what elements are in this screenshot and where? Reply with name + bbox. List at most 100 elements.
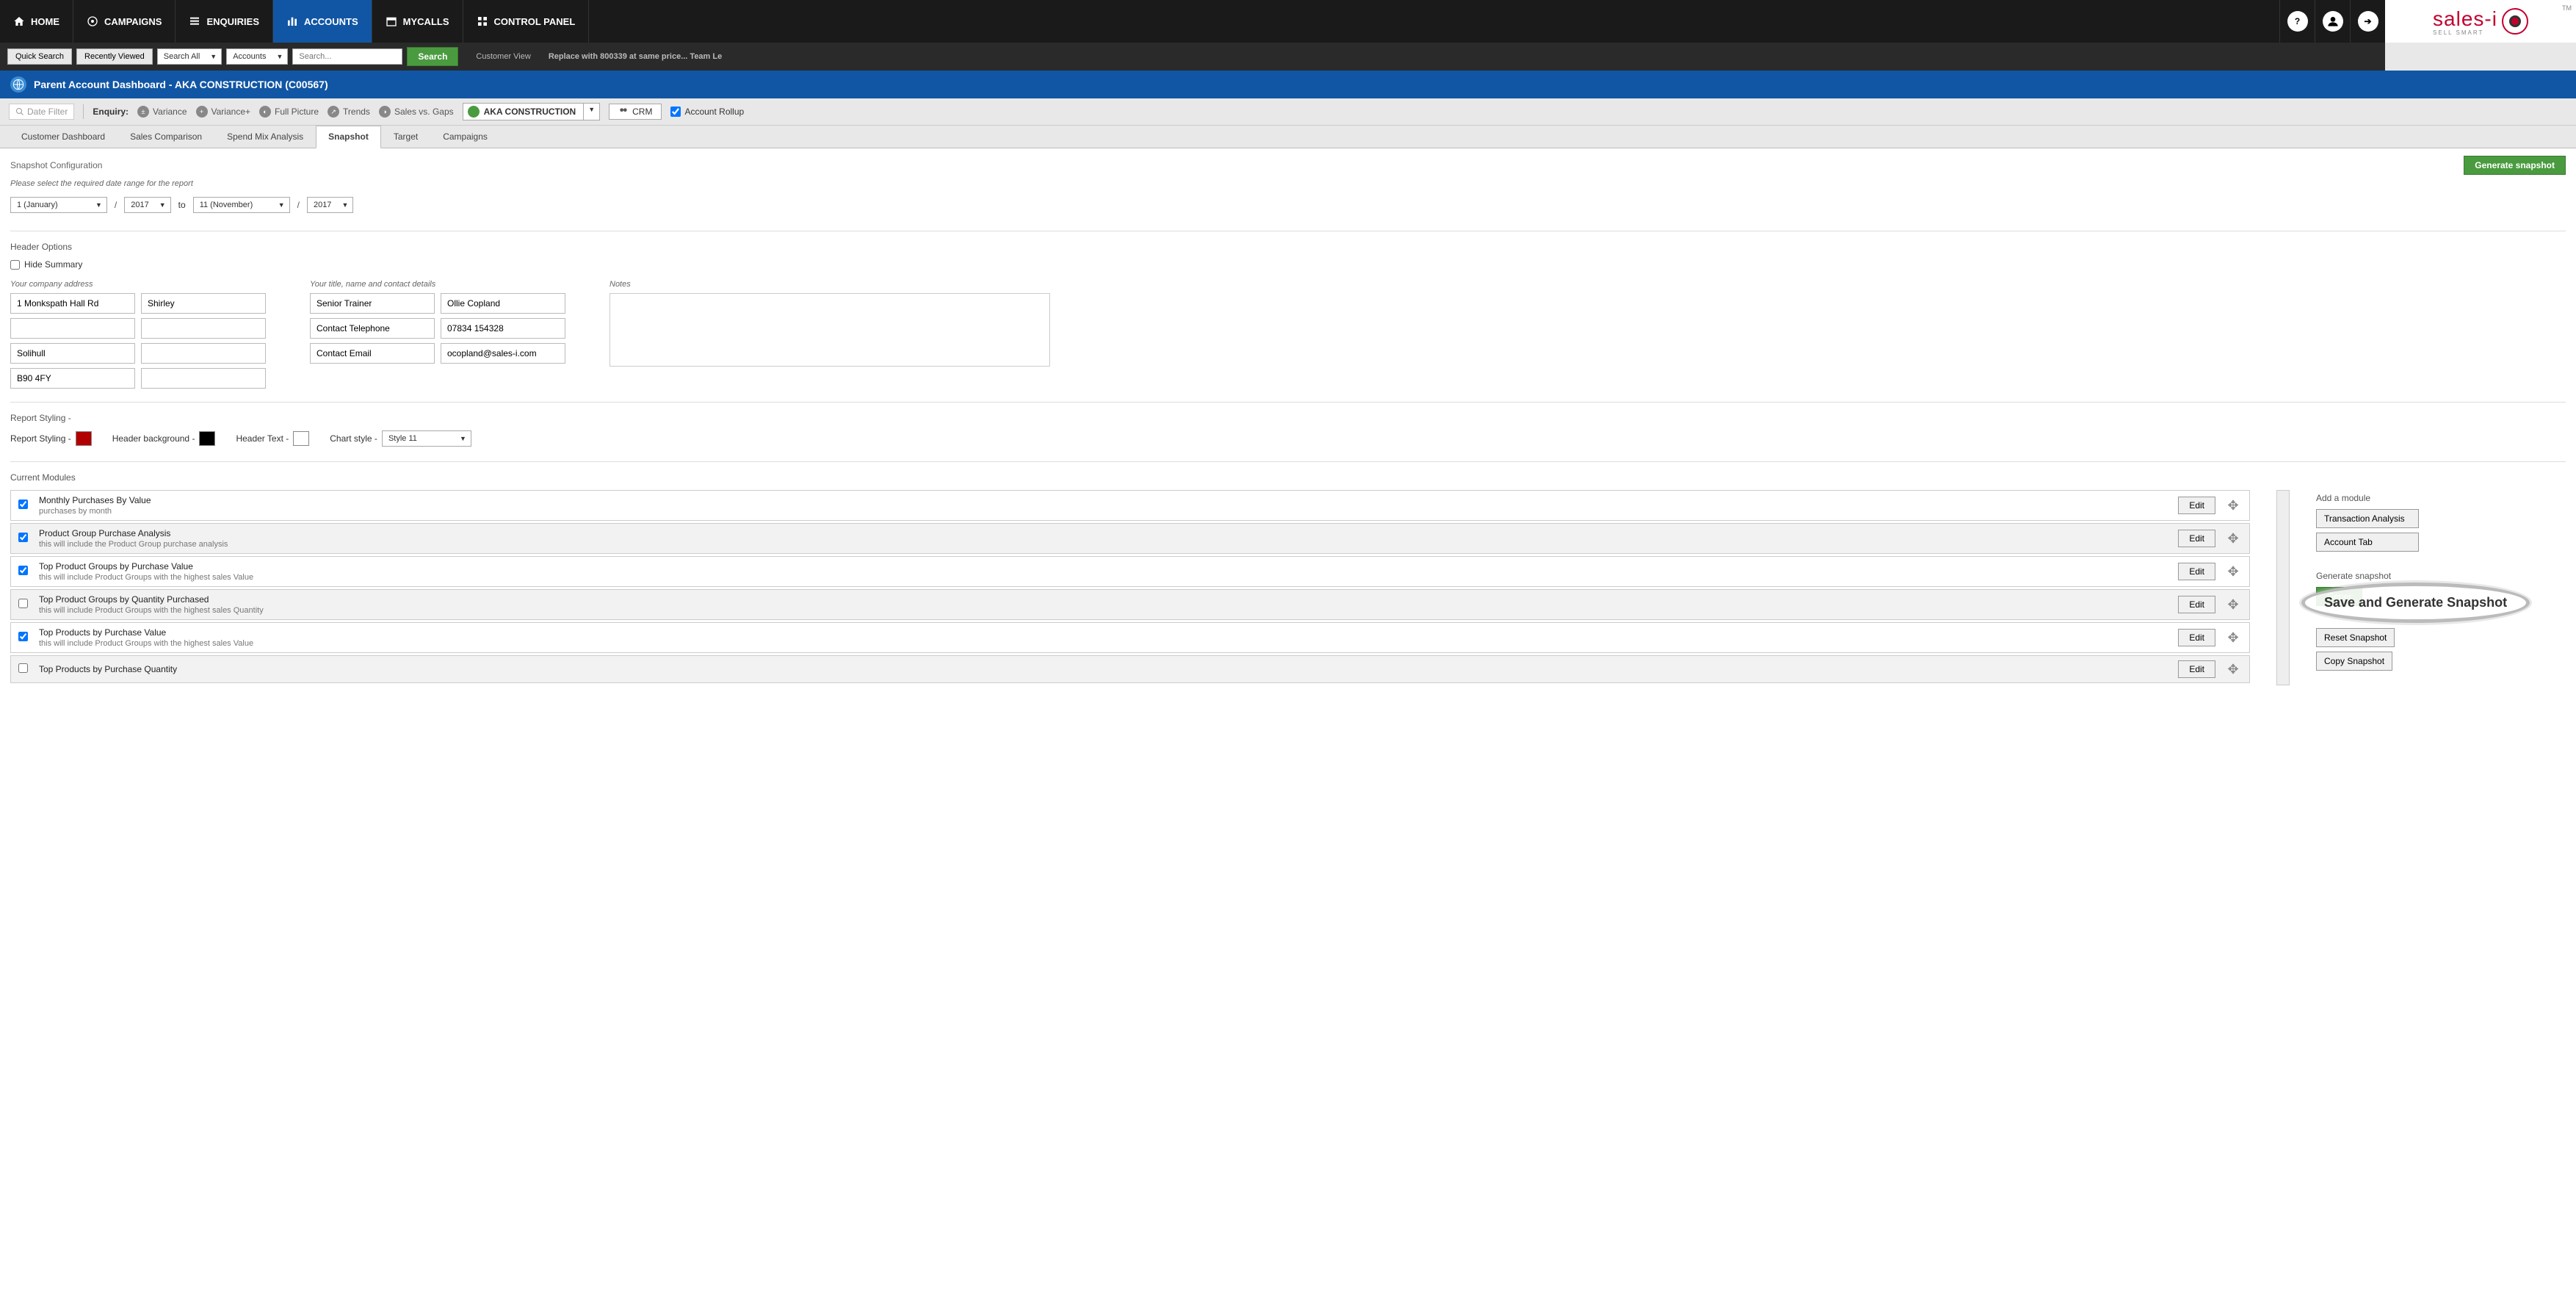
account-tab-button[interactable]: Account Tab	[2316, 533, 2419, 552]
address-line-6[interactable]	[141, 343, 266, 364]
crm-button[interactable]: CRM	[609, 104, 662, 120]
enquiry-trends[interactable]: ↗Trends	[328, 106, 370, 118]
chevron-down-icon[interactable]: ▼	[206, 48, 222, 65]
chart-style-select[interactable]: Style 11▼	[382, 430, 471, 447]
help-button[interactable]: ?	[2279, 0, 2315, 43]
address-line-3[interactable]	[10, 318, 135, 339]
address-line-5[interactable]	[10, 343, 135, 364]
contact-title-label[interactable]	[310, 293, 435, 314]
save-generate-callout: Save and Generate Snapshot	[2301, 583, 2530, 623]
module-edit-button[interactable]: Edit	[2178, 530, 2215, 547]
tab-bar: Customer Dashboard Sales Comparison Spen…	[0, 126, 2576, 148]
customer-view-label[interactable]: Customer View	[476, 52, 530, 61]
header-bg-swatch[interactable]	[199, 431, 215, 446]
address-line-1[interactable]	[10, 293, 135, 314]
drag-handle-icon[interactable]: ✥	[2224, 530, 2242, 547]
search-button[interactable]: Search	[407, 47, 458, 66]
notes-textarea[interactable]	[609, 293, 1050, 367]
contact-phone-label[interactable]	[310, 318, 435, 339]
nav-control-panel[interactable]: CONTROL PANEL	[463, 0, 590, 43]
ticker-text: Replace with 800339 at same price... Tea…	[549, 52, 722, 61]
reset-snapshot-button[interactable]: Reset Snapshot	[2316, 628, 2395, 647]
chevron-down-icon[interactable]: ▼	[272, 48, 288, 65]
copy-snapshot-button[interactable]: Copy Snapshot	[2316, 652, 2392, 671]
tab-target[interactable]: Target	[381, 126, 430, 148]
report-styling-swatch[interactable]	[76, 431, 92, 446]
transaction-analysis-button[interactable]: Transaction Analysis	[2316, 509, 2419, 528]
drag-handle-icon[interactable]: ✥	[2224, 563, 2242, 580]
nav-campaigns[interactable]: CAMPAIGNS	[73, 0, 176, 43]
nav-enquiries[interactable]: ENQUIRIES	[176, 0, 273, 43]
address-line-7[interactable]	[10, 368, 135, 389]
module-edit-button[interactable]: Edit	[2178, 497, 2215, 514]
enquiry-sales-gaps[interactable]: ◑Sales vs. Gaps	[379, 106, 454, 118]
module-checkbox[interactable]	[18, 663, 28, 673]
next-button[interactable]: ➔	[2350, 0, 2385, 43]
account-selector[interactable]: AKA CONSTRUCTION	[463, 103, 585, 120]
module-checkbox[interactable]	[18, 632, 28, 641]
content-area: Snapshot Configuration Generate snapshot…	[0, 148, 2576, 693]
chevron-down-icon[interactable]: ▼	[274, 197, 290, 213]
enquiry-variance-plus[interactable]: +Variance+	[196, 106, 250, 118]
to-month-select[interactable]: 11 (November)▼	[193, 197, 290, 213]
account-dropdown-caret[interactable]: ▼	[584, 103, 600, 120]
drag-handle-icon[interactable]: ✥	[2224, 497, 2242, 514]
rollup-check[interactable]	[670, 107, 681, 117]
drag-handle-icon[interactable]: ✥	[2224, 660, 2242, 678]
nav-accounts[interactable]: ACCOUNTS	[273, 0, 372, 43]
accounts-select[interactable]: Accounts ▼	[226, 48, 288, 65]
date-range-selector: 1 (January)▼ / 2017▼ to 11 (November)▼ /…	[10, 197, 2566, 213]
account-rollup-checkbox[interactable]: Account Rollup	[670, 107, 744, 117]
quick-search-button[interactable]: Quick Search	[7, 48, 72, 65]
drag-handle-icon[interactable]: ✥	[2224, 596, 2242, 613]
module-edit-button[interactable]: Edit	[2178, 596, 2215, 613]
from-year-select[interactable]: 2017▼	[124, 197, 170, 213]
module-row: Top Product Groups by Purchase Valuethis…	[10, 556, 2250, 587]
address-label: Your company address	[10, 280, 266, 289]
scrollbar[interactable]	[2276, 490, 2290, 685]
chevron-down-icon[interactable]: ▼	[155, 197, 171, 213]
header-text-label: Header Text -	[236, 433, 289, 444]
address-line-8[interactable]	[141, 368, 266, 389]
search-all-select[interactable]: Search All ▼	[157, 48, 222, 65]
chevron-down-icon[interactable]: ▼	[91, 197, 107, 213]
enquiry-variance[interactable]: ±Variance	[137, 106, 187, 118]
module-edit-button[interactable]: Edit	[2178, 660, 2215, 678]
drag-handle-icon[interactable]: ✥	[2224, 629, 2242, 646]
tab-sales-comparison[interactable]: Sales Comparison	[117, 126, 214, 148]
generate-snapshot-button-top[interactable]: Generate snapshot	[2464, 156, 2566, 175]
to-year-select[interactable]: 2017▼	[307, 197, 353, 213]
hide-summary-row[interactable]: Hide Summary	[10, 259, 2566, 270]
enquiry-full-picture[interactable]: ◐Full Picture	[259, 106, 319, 118]
tab-spend-mix[interactable]: Spend Mix Analysis	[214, 126, 316, 148]
date-filter-button[interactable]: Date Filter	[9, 104, 74, 120]
from-month-select[interactable]: 1 (January)▼	[10, 197, 107, 213]
module-edit-button[interactable]: Edit	[2178, 563, 2215, 580]
nav-mycalls[interactable]: MYCALLS	[372, 0, 463, 43]
tab-snapshot[interactable]: Snapshot	[316, 126, 381, 148]
address-line-2[interactable]	[141, 293, 266, 314]
chevron-down-icon[interactable]: ▼	[455, 430, 471, 447]
enquiry-trends-label: Trends	[343, 107, 370, 117]
address-line-4[interactable]	[141, 318, 266, 339]
nav-home[interactable]: HOME	[0, 0, 73, 43]
hide-summary-checkbox[interactable]	[10, 260, 20, 270]
module-checkbox[interactable]	[18, 500, 28, 509]
contact-email[interactable]	[441, 343, 565, 364]
header-text-swatch[interactable]	[293, 431, 309, 446]
tm-label: TM	[2562, 4, 2572, 12]
tab-campaigns[interactable]: Campaigns	[430, 126, 500, 148]
contact-name[interactable]	[441, 293, 565, 314]
module-title: Product Group Purchase Analysis	[39, 528, 2169, 538]
module-checkbox[interactable]	[18, 533, 28, 542]
search-input[interactable]	[292, 48, 402, 65]
contact-email-label[interactable]	[310, 343, 435, 364]
module-edit-button[interactable]: Edit	[2178, 629, 2215, 646]
contact-phone[interactable]	[441, 318, 565, 339]
recently-viewed-button[interactable]: Recently Viewed	[76, 48, 153, 65]
tab-customer-dashboard[interactable]: Customer Dashboard	[9, 126, 117, 148]
module-checkbox[interactable]	[18, 599, 28, 608]
chevron-down-icon[interactable]: ▼	[337, 197, 353, 213]
module-checkbox[interactable]	[18, 566, 28, 575]
profile-button[interactable]	[2315, 0, 2350, 43]
